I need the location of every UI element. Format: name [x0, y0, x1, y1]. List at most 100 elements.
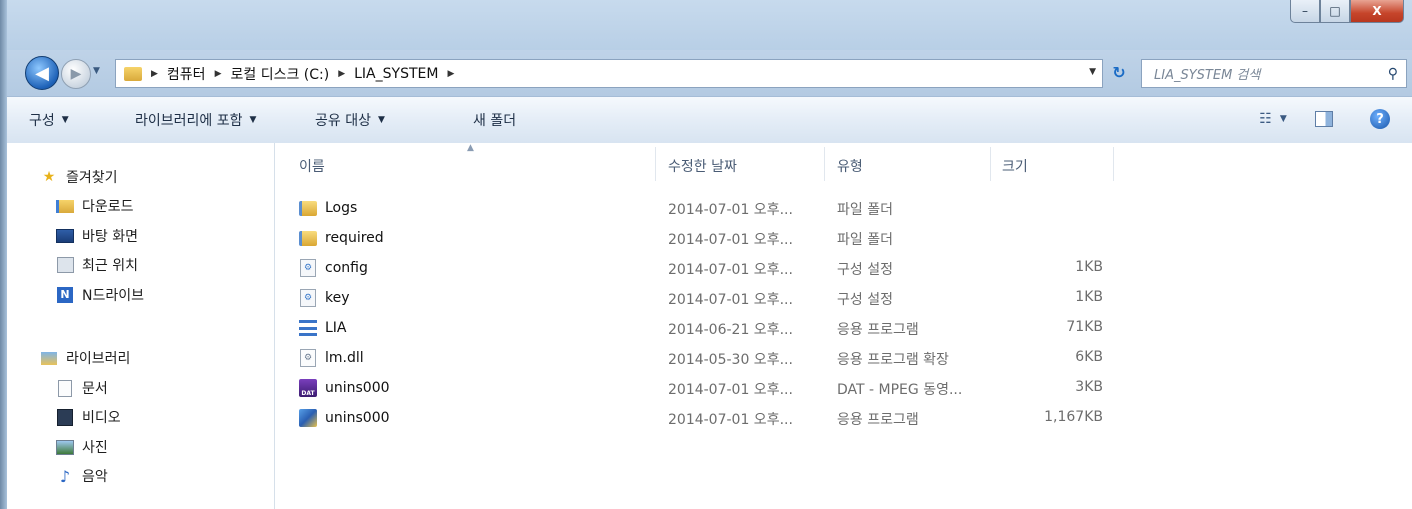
share-with-menu[interactable]: 공유 대상 ▼	[315, 110, 385, 130]
file-name-cell: unins000	[299, 409, 390, 427]
file-name: required	[325, 230, 384, 246]
sidebar-item-desktop[interactable]: 바탕 화면	[56, 226, 138, 246]
folder-icon	[299, 229, 317, 247]
address-bar[interactable]: ▶ 컴퓨터 ▶ 로컬 디스크 (C:) ▶ LIA_SYSTEM ▶ ▼	[115, 59, 1103, 88]
help-button[interactable]: ?	[1368, 108, 1392, 130]
sidebar-item-downloads[interactable]: 다운로드	[56, 196, 134, 216]
file-size: 71KB	[1066, 319, 1103, 335]
sidebar-favorites[interactable]: ★ 즐겨찾기	[40, 167, 118, 187]
file-row[interactable]: unins000 2014-07-01 오후... 응용 프로그램 1,167K…	[275, 403, 1135, 433]
breadcrumb-computer[interactable]: 컴퓨터	[167, 64, 206, 84]
file-type: 파일 폴더	[837, 232, 893, 248]
file-row[interactable]: ⚙ config 2014-07-01 오후... 구성 설정 1KB	[275, 253, 1135, 283]
documents-icon	[56, 379, 74, 397]
maximize-button[interactable]: □	[1320, 0, 1350, 23]
column-divider[interactable]	[824, 147, 825, 181]
star-icon: ★	[42, 169, 56, 185]
include-in-library-menu[interactable]: 라이브러리에 포함 ▼	[135, 110, 256, 130]
file-row[interactable]: LIA 2014-06-21 오후... 응용 프로그램 71KB	[275, 313, 1135, 343]
breadcrumb-arrow-icon[interactable]: ▶	[151, 69, 158, 79]
organize-menu[interactable]: 구성 ▼	[29, 110, 69, 130]
file-row[interactable]: Logs 2014-07-01 오후... 파일 폴더	[275, 193, 1135, 223]
file-date: 2014-07-01 오후...	[668, 202, 793, 218]
sidebar-item-ndrive[interactable]: N N드라이브	[56, 285, 144, 305]
sidebar-item-label: 사진	[82, 440, 108, 456]
sidebar-item-label: 문서	[82, 381, 108, 397]
file-date: 2014-07-01 오후...	[668, 262, 793, 278]
file-date: 2014-07-01 오후...	[668, 412, 793, 428]
explorer-window: – □ X ◀ ▶ ▼ ▶ 컴퓨터 ▶ 로컬 디스크 (C:) ▶ LIA_SY…	[0, 0, 1412, 509]
downloads-folder-icon	[56, 198, 74, 214]
close-button[interactable]: X	[1350, 0, 1404, 23]
sidebar-item-videos[interactable]: 비디오	[56, 407, 121, 427]
minimize-button[interactable]: –	[1290, 0, 1320, 23]
column-header-size[interactable]: 크기	[1002, 156, 1028, 176]
include-in-library-label: 라이브러리에 포함	[135, 113, 243, 129]
sidebar-item-documents[interactable]: 문서	[56, 378, 108, 398]
preview-pane-button[interactable]	[1312, 108, 1336, 130]
file-name: unins000	[325, 410, 390, 426]
sidebar-item-recent-places[interactable]: 최근 위치	[56, 255, 138, 275]
recent-places-icon	[56, 257, 74, 273]
sort-indicator-icon: ▲	[467, 143, 474, 153]
sidebar-item-pictures[interactable]: 사진	[56, 437, 108, 457]
change-view-button[interactable]: ☷ ▼	[1253, 108, 1293, 130]
column-divider[interactable]	[1113, 147, 1114, 181]
forward-button[interactable]: ▶	[61, 59, 91, 89]
chevron-down-icon: ▼	[377, 115, 385, 125]
file-size: 1KB	[1075, 259, 1103, 275]
sidebar-item-label: 최근 위치	[82, 258, 138, 274]
recent-pages-dropdown[interactable]: ▼	[93, 66, 100, 76]
back-button[interactable]: ◀	[25, 56, 59, 90]
sidebar-item-music[interactable]: ♪ 음악	[56, 466, 108, 486]
application-icon	[299, 319, 317, 337]
file-row[interactable]: ⚙ lm.dll 2014-05-30 오후... 응용 프로그램 확장 6KB	[275, 343, 1135, 373]
breadcrumb-arrow-icon[interactable]: ▶	[215, 69, 222, 79]
sidebar-item-label: 바탕 화면	[82, 229, 138, 245]
breadcrumb: ▶ 컴퓨터 ▶ 로컬 디스크 (C:) ▶ LIA_SYSTEM ▶	[142, 64, 463, 84]
column-divider[interactable]	[990, 147, 991, 181]
refresh-button[interactable]: ↻	[1105, 59, 1133, 86]
view-list-icon: ☷	[1259, 111, 1272, 127]
search-icon[interactable]: ⚲	[1388, 66, 1398, 82]
column-divider[interactable]	[655, 147, 656, 181]
sidebar-libraries[interactable]: 라이브러리	[40, 348, 130, 368]
videos-icon	[56, 408, 74, 426]
file-type: 응용 프로그램	[837, 322, 919, 338]
breadcrumb-arrow-icon[interactable]: ▶	[338, 69, 345, 79]
chevron-down-icon: ▼	[61, 115, 69, 125]
back-arrow-icon: ◀	[35, 62, 49, 84]
file-list: ▲ 이름 수정한 날짜 유형 크기 Logs 2014-07-01 오후... …	[275, 143, 1412, 509]
file-name-cell: ⚙ key	[299, 289, 350, 307]
file-type: 구성 설정	[837, 262, 893, 278]
file-type: 파일 폴더	[837, 202, 893, 218]
sidebar-item-label: 비디오	[82, 410, 121, 426]
file-date: 2014-05-30 오후...	[668, 352, 793, 368]
column-header-type[interactable]: 유형	[837, 156, 863, 176]
share-with-label: 공유 대상	[315, 113, 371, 129]
column-header-date-modified[interactable]: 수정한 날짜	[668, 156, 737, 176]
new-folder-button[interactable]: 새 폴더	[473, 110, 516, 130]
sidebar-section-label: 즐겨찾기	[66, 170, 118, 186]
file-date: 2014-07-01 오후...	[668, 292, 793, 308]
file-row[interactable]: DAT unins000 2014-07-01 오후... DAT - MPEG …	[275, 373, 1135, 403]
libraries-icon	[40, 350, 58, 366]
file-row[interactable]: required 2014-07-01 오후... 파일 폴더	[275, 223, 1135, 253]
file-name-cell: Logs	[299, 199, 357, 217]
breadcrumb-lia-system[interactable]: LIA_SYSTEM	[354, 66, 438, 82]
search-input[interactable]: LIA_SYSTEM 검색 ⚲	[1141, 59, 1407, 88]
file-type: 응용 프로그램	[837, 412, 919, 428]
setup-application-icon	[299, 409, 317, 427]
column-header-name[interactable]: 이름	[299, 156, 325, 176]
new-folder-label: 새 폴더	[473, 113, 517, 129]
folder-icon	[124, 66, 142, 81]
breadcrumb-local-disk[interactable]: 로컬 디스크 (C:)	[230, 64, 329, 84]
file-row[interactable]: ⚙ key 2014-07-01 오후... 구성 설정 1KB	[275, 283, 1135, 313]
file-type: DAT - MPEG 동영...	[837, 382, 963, 398]
file-name-cell: required	[299, 229, 384, 247]
breadcrumb-arrow-icon[interactable]: ▶	[447, 69, 454, 79]
chevron-down-icon: ▼	[1279, 114, 1287, 124]
address-history-dropdown-icon[interactable]: ▼	[1089, 67, 1096, 77]
folder-icon	[299, 199, 317, 217]
file-size: 1,167KB	[1044, 409, 1103, 425]
